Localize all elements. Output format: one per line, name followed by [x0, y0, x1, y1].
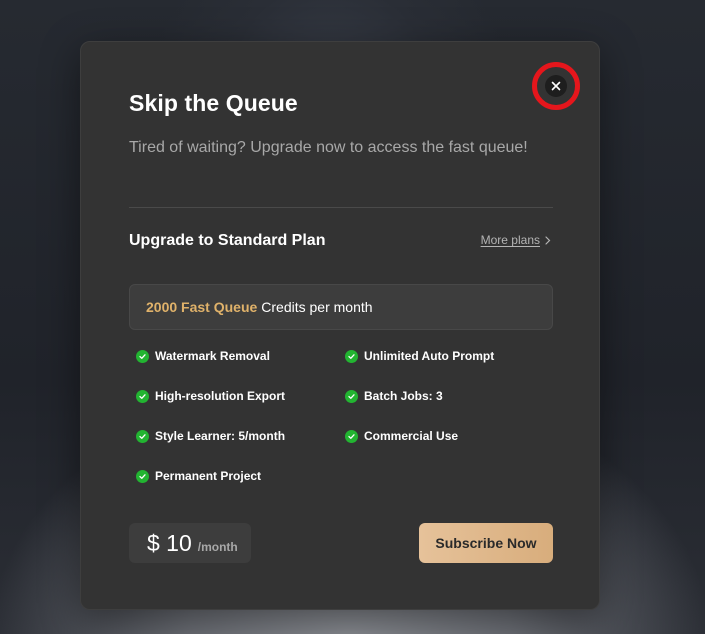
- check-circle-icon: [136, 469, 149, 483]
- price-period: /month: [197, 540, 238, 554]
- feature-label: Permanent Project: [155, 469, 262, 483]
- feature-label: Style Learner: 5/month: [155, 429, 286, 443]
- feature-label: Commercial Use: [364, 429, 459, 443]
- credits-highlight: 2000 Fast Queue: [146, 299, 258, 315]
- plan-title: Upgrade to Standard Plan: [129, 232, 326, 249]
- upgrade-modal: Skip the Queue Tired of waiting? Upgrade…: [80, 41, 600, 610]
- close-icon: [551, 81, 561, 91]
- feature-item: Watermark Removal: [136, 349, 270, 363]
- close-highlight-ring: [532, 62, 580, 110]
- feature-label: Unlimited Auto Prompt: [364, 349, 495, 363]
- check-circle-icon: [345, 429, 358, 443]
- credits-box: 2000 Fast Queue Credits per month: [129, 284, 553, 330]
- more-plans-link[interactable]: More plans: [481, 233, 551, 247]
- check-circle-icon: [136, 389, 149, 403]
- modal-subtitle: Tired of waiting? Upgrade now to access …: [129, 139, 528, 156]
- feature-item: Commercial Use: [345, 429, 458, 443]
- feature-label: High-resolution Export: [155, 389, 285, 403]
- more-plans-label: More plans: [480, 233, 540, 247]
- check-circle-icon: [345, 389, 358, 403]
- price-display: $ 10 /month: [129, 523, 251, 563]
- divider: [129, 207, 553, 208]
- check-circle-icon: [345, 349, 358, 363]
- modal-title: Skip the Queue: [129, 90, 298, 116]
- feature-item: Style Learner: 5/month: [136, 429, 285, 443]
- credits-text: Credits per month: [261, 299, 373, 315]
- price-amount: $ 10: [147, 530, 192, 556]
- feature-item: High-resolution Export: [136, 389, 285, 403]
- feature-item: Permanent Project: [136, 469, 261, 483]
- feature-item: Unlimited Auto Prompt: [345, 349, 494, 363]
- feature-item: Batch Jobs: 3: [345, 389, 443, 403]
- close-button[interactable]: [545, 75, 567, 97]
- chevron-right-icon: [545, 235, 551, 245]
- feature-label: Watermark Removal: [155, 349, 270, 363]
- check-circle-icon: [136, 349, 149, 363]
- check-circle-icon: [136, 429, 149, 443]
- subscribe-button[interactable]: Subscribe Now: [419, 523, 553, 563]
- feature-label: Batch Jobs: 3: [364, 389, 443, 403]
